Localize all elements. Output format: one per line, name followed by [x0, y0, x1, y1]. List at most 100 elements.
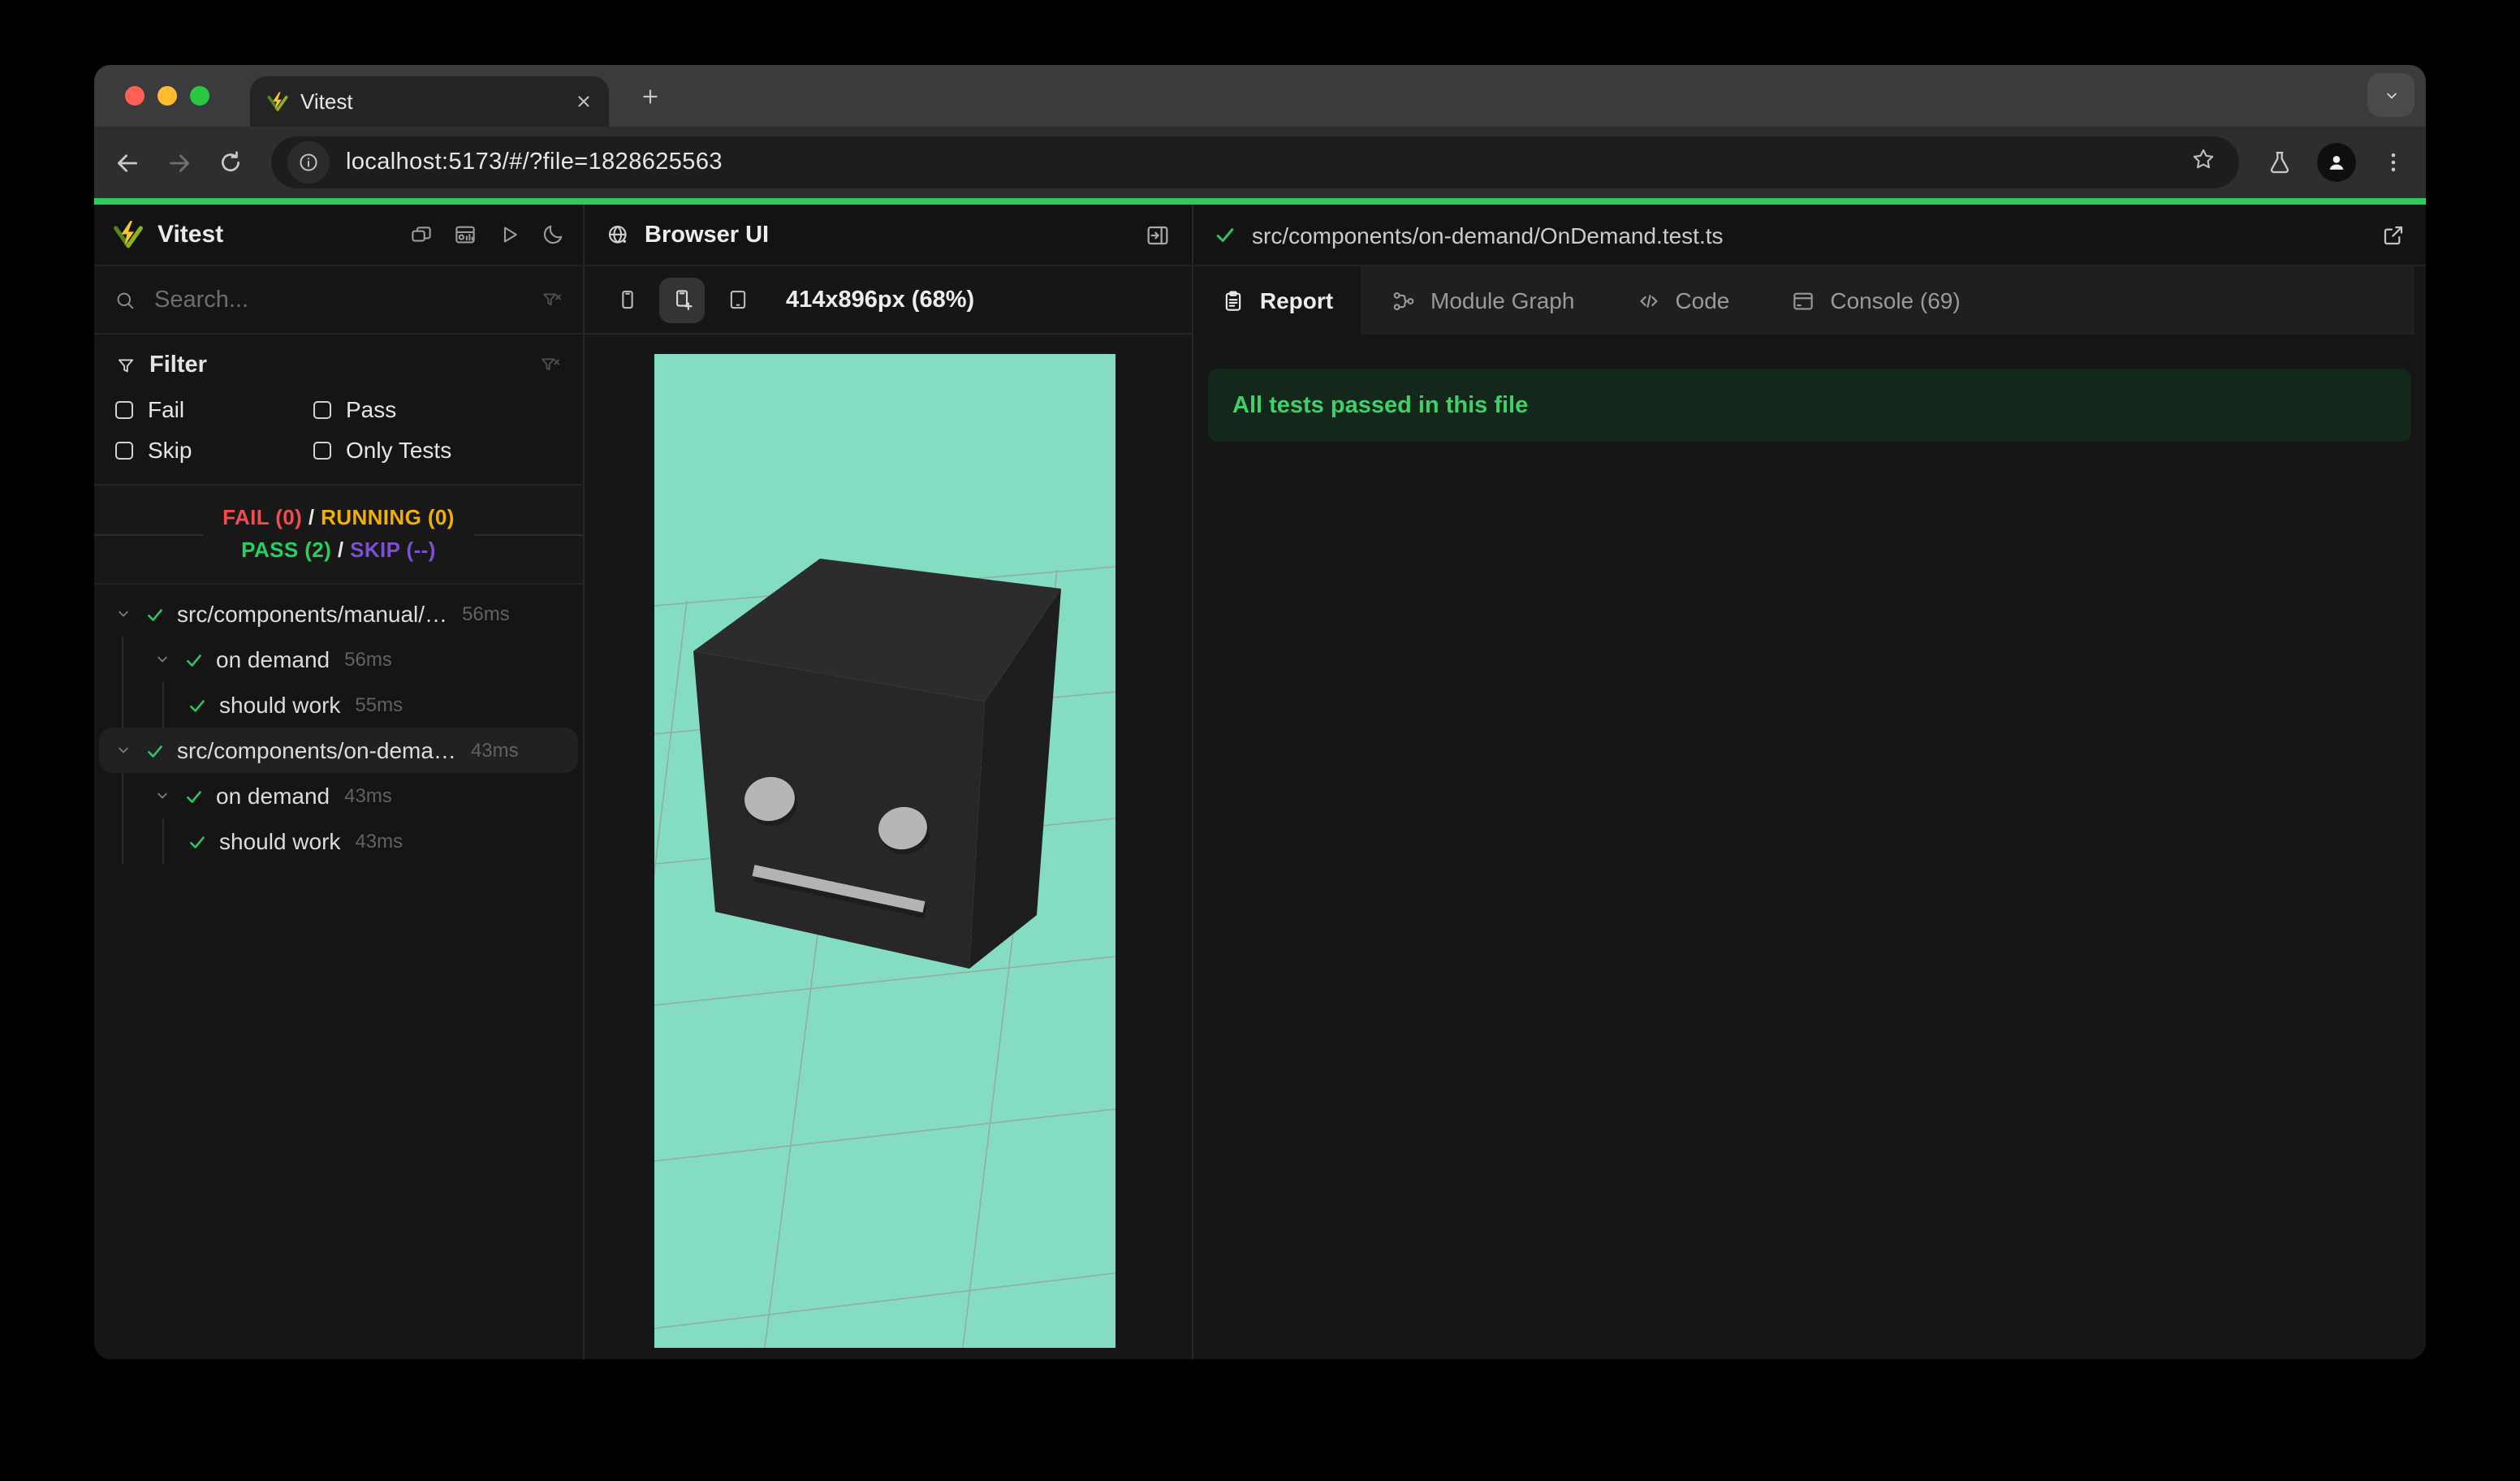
viewport-size-label: 414x896px (68%) [786, 287, 975, 313]
experiments-button[interactable] [2267, 149, 2293, 175]
bookmark-button[interactable] [2190, 145, 2216, 179]
star-icon [2190, 145, 2216, 171]
report-tab-label: Code [1675, 287, 1730, 313]
checkbox[interactable] [313, 441, 331, 459]
test-progress-bar [94, 198, 2426, 205]
close-window-button[interactable] [125, 85, 145, 105]
pass-check-icon [183, 785, 205, 806]
report-tab-label: Report [1259, 287, 1334, 313]
globe-icon [606, 222, 630, 247]
device-mobile-button[interactable] [604, 277, 649, 322]
browser-menu-button[interactable] [2380, 149, 2406, 175]
console-icon [1791, 288, 1815, 313]
summary-line-1: FAIL (0) / RUNNING (0) [222, 505, 455, 529]
browser-tab[interactable]: Vitest [250, 76, 609, 127]
minimize-window-button[interactable] [158, 85, 177, 105]
tab-console-69[interactable]: Console (69) [1760, 266, 1991, 335]
play-icon [497, 222, 521, 247]
browser-panel-title: Browser UI [645, 222, 770, 248]
filter-title: Filter [149, 352, 207, 378]
windows-icon [409, 222, 434, 247]
device-mobile-add-button[interactable] [659, 277, 705, 322]
tree-row-label: on demand [216, 783, 330, 809]
chevron-down-icon [2381, 85, 2401, 105]
tree-row[interactable]: src/components/on-dema… 43ms [99, 728, 578, 773]
report-tab-label: Console (69) [1830, 287, 1961, 313]
viewport-toolbar: 414x896px (68%) [585, 266, 1192, 335]
test-summary: FAIL (0) / RUNNING (0) PASS (2) / SKIP (… [94, 484, 583, 585]
tree-row-duration: 43ms [470, 739, 519, 762]
tree-row-duration: 55ms [355, 693, 403, 716]
tab-code[interactable]: Code [1605, 266, 1760, 335]
tree-row[interactable]: src/components/manual/… 56ms [94, 591, 583, 637]
new-tab-button[interactable] [633, 80, 666, 112]
search-row [94, 266, 583, 335]
clear-filter-icon[interactable] [541, 288, 563, 311]
app-title: Vitest [158, 221, 224, 248]
back-button[interactable] [114, 149, 141, 176]
tab-strip: Vitest [94, 65, 2426, 127]
phone-add-icon [670, 287, 694, 312]
chevron-down-icon[interactable] [153, 650, 172, 669]
report-tab-label: Module Graph [1430, 287, 1575, 313]
forward-button[interactable] [166, 149, 193, 176]
device-buttons [604, 277, 760, 322]
clipboard-icon [1221, 288, 1245, 313]
tree-row[interactable]: on demand 56ms [94, 637, 583, 682]
dock-panel-icon[interactable] [1145, 222, 1171, 248]
filter-icon [115, 355, 136, 376]
tree-row[interactable]: should work 55ms [94, 682, 583, 728]
filter-option-skip[interactable]: Skip [115, 437, 313, 463]
tree-row-label: should work [219, 692, 341, 718]
open-in-editor-icon[interactable] [2380, 222, 2406, 248]
chevron-down-icon[interactable] [114, 604, 133, 624]
filter-option-fail[interactable]: Fail [115, 396, 313, 422]
tab-title: Vitest [300, 89, 353, 114]
tree-row-label: src/components/on-dema… [177, 737, 456, 763]
filter-panel: Filter Fail Pass Skip Only Tests [94, 335, 583, 484]
tab-module-graph[interactable]: Module Graph [1361, 266, 1605, 335]
info-icon [297, 151, 320, 174]
site-info-button[interactable] [287, 141, 330, 184]
chevron-down-icon[interactable] [114, 740, 133, 760]
reload-button[interactable] [218, 149, 244, 175]
collapse-windows-button[interactable] [409, 222, 434, 247]
dark-mode-button[interactable] [541, 222, 565, 247]
tablet-icon [725, 287, 749, 312]
browser-ui-panel: Browser UI 414x896px (68%) [585, 205, 1193, 1359]
code-icon [1636, 288, 1660, 313]
moon-icon [541, 222, 565, 247]
tree-row-duration: 43ms [355, 830, 403, 853]
search-input[interactable] [151, 285, 526, 314]
checkbox[interactable] [313, 400, 331, 418]
tree-row-label: src/components/manual/… [177, 601, 448, 627]
address-bar[interactable]: localhost:5173/#/?file=1828625563 [271, 136, 2239, 188]
plus-icon [639, 85, 660, 106]
profile-button[interactable] [2317, 143, 2356, 182]
tab-report[interactable]: Report [1193, 266, 1361, 335]
checkbox[interactable] [115, 441, 133, 459]
report-tabs-row: Report Module Graph Code Console (69) [1193, 266, 2426, 335]
filter-option-only-tests[interactable]: Only Tests [313, 437, 562, 463]
module-graph-icon [1392, 288, 1416, 313]
clear-filter-icon[interactable] [539, 354, 562, 377]
kebab-menu-icon [2380, 149, 2406, 175]
tab-close-icon[interactable] [575, 93, 593, 110]
tree-row-label: on demand [216, 646, 330, 672]
vitest-favicon-icon [266, 90, 289, 113]
checkbox[interactable] [115, 400, 133, 418]
filter-option-pass[interactable]: Pass [313, 396, 562, 422]
tree-row[interactable]: should work 43ms [94, 818, 583, 864]
tab-search-button[interactable] [2367, 73, 2414, 117]
browser-preview[interactable] [654, 354, 1115, 1348]
phone-icon [615, 287, 639, 312]
dashboard-button[interactable] [453, 222, 477, 247]
pass-check-icon [145, 740, 166, 761]
tree-row[interactable]: on demand 43ms [94, 773, 583, 818]
device-tablet-button[interactable] [714, 277, 760, 322]
run-all-button[interactable] [497, 222, 521, 247]
maximize-window-button[interactable] [190, 85, 209, 105]
browser-window: Vitest localhost:5173/#/?file=1828625563 [94, 65, 2426, 1359]
chevron-down-icon[interactable] [153, 786, 172, 805]
screenshot-root: Vitest localhost:5173/#/?file=1828625563 [0, 0, 2520, 1481]
